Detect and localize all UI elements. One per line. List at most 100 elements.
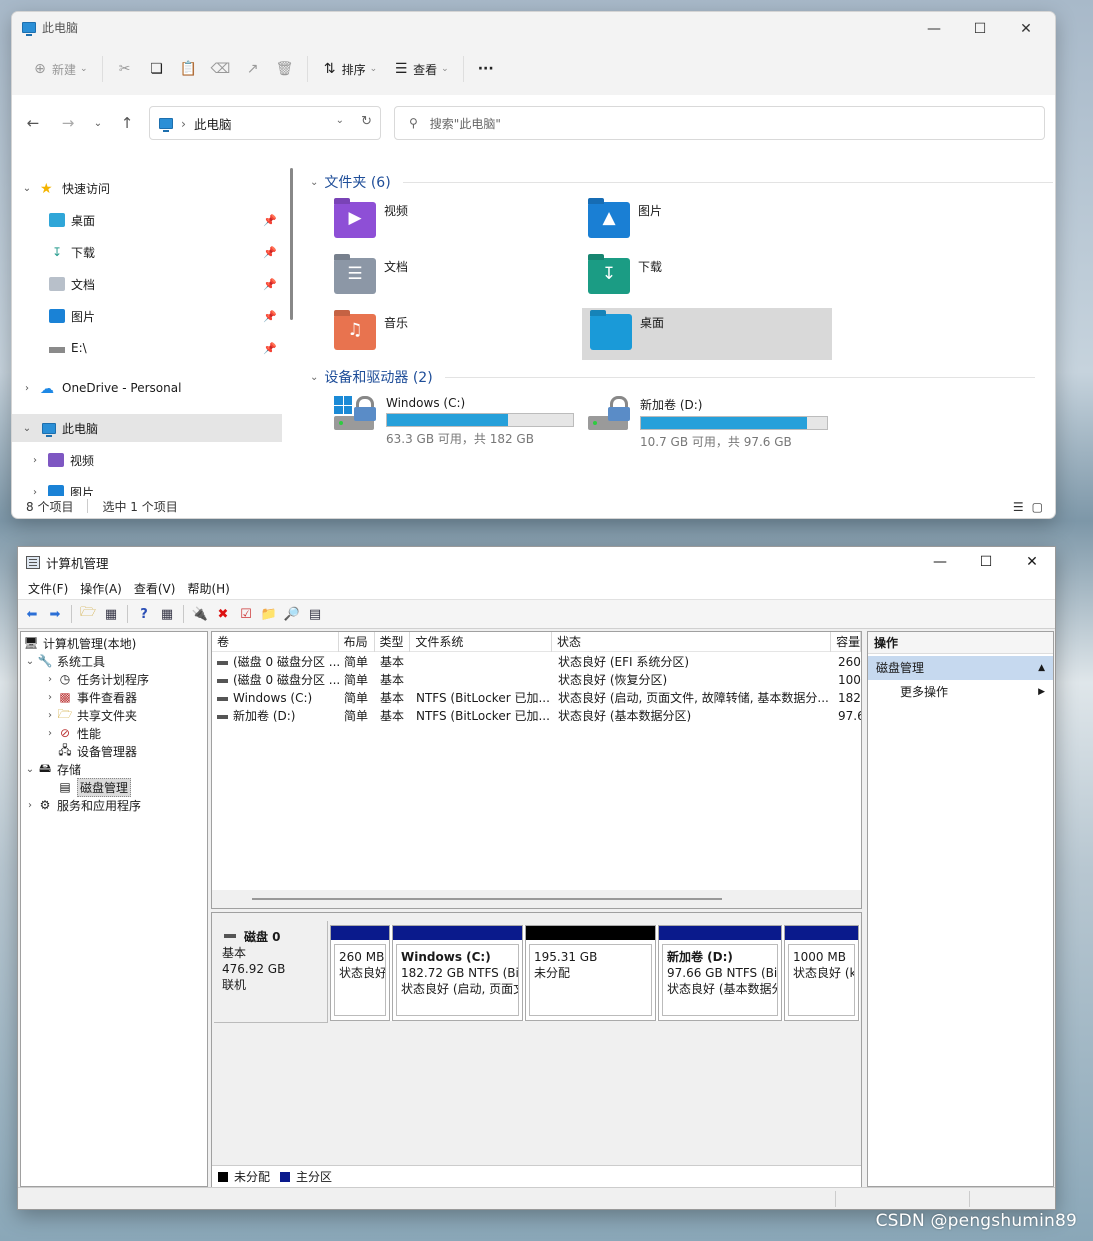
maximize-button[interactable]: ☐ <box>963 547 1009 577</box>
chevron-right-icon[interactable]: › <box>43 728 57 739</box>
delete-icon[interactable]: ✖ <box>213 604 233 624</box>
menu-view[interactable]: 查看(V) <box>128 580 182 597</box>
close-button[interactable]: ✕ <box>1003 18 1049 40</box>
rename-button[interactable]: ⌫ <box>205 56 237 82</box>
tree-disk-management[interactable]: ▤ 磁盘管理 <box>57 777 132 797</box>
back-arrow-icon[interactable]: ← <box>24 114 42 132</box>
collapse-up-icon[interactable]: ▲ <box>1038 656 1045 680</box>
address-bar[interactable]: › 此电脑 ⌄ ↻ <box>149 106 381 140</box>
minimize-button[interactable]: — <box>917 547 963 577</box>
drives-group-header[interactable]: ⌄ 设备和驱动器 (2) <box>310 367 1035 387</box>
table-row[interactable]: (磁盘 0 磁盘分区 ... 简单 基本 状态良好 (恢复分区) 100 <box>212 671 861 689</box>
details-view-icon[interactable]: ☰ <box>1013 500 1024 514</box>
column-header-layout[interactable]: 布局 <box>339 632 375 652</box>
tree-root[interactable]: 🖥 计算机管理(本地) <box>23 634 136 652</box>
chevron-right-icon[interactable]: › <box>43 692 57 703</box>
refresh-icon[interactable]: ↻ <box>361 114 372 129</box>
chevron-down-icon[interactable]: ⌄ <box>23 656 37 667</box>
folder-pictures[interactable]: ▲ 图片 <box>586 196 836 248</box>
partition-c[interactable]: Windows (C:) 182.72 GB NTFS (Bit 状态良好 (启… <box>392 925 523 1021</box>
nav-videos[interactable]: › 视频 <box>12 446 282 474</box>
address-dropdown-icon[interactable]: ⌄ <box>336 115 344 126</box>
partition-unallocated[interactable]: 195.31 GB 未分配 <box>525 925 656 1021</box>
chevron-right-icon[interactable]: › <box>43 674 57 685</box>
more-actions-item[interactable]: 更多操作 ▶ <box>868 680 1053 704</box>
folder-downloads[interactable]: ↧ 下载 <box>586 252 836 304</box>
nav-downloads[interactable]: ↧ 下载 📌 <box>12 238 282 266</box>
recent-locations-chevron-icon[interactable]: ⌄ <box>89 118 107 129</box>
help-icon[interactable]: ? <box>134 604 154 624</box>
menu-file[interactable]: 文件(F) <box>22 580 74 597</box>
column-header-volume[interactable]: 卷 <box>212 632 339 652</box>
chevron-right-icon[interactable]: › <box>43 710 57 721</box>
tree-event-viewer[interactable]: › ▩ 事件查看器 <box>43 688 137 706</box>
chevron-right-icon[interactable]: › <box>20 383 34 394</box>
folder-music[interactable]: ♫ 音乐 <box>332 308 582 360</box>
disk-label[interactable]: 磁盘 0 基本 476.92 GB 联机 <box>214 921 328 1023</box>
nav-desktop[interactable]: 桌面 📌 <box>12 206 282 234</box>
delete-button[interactable]: 🗑 <box>269 56 301 82</box>
partition-d[interactable]: 新加卷 (D:) 97.66 GB NTFS (Bit 状态良好 (基本数据分 <box>658 925 782 1021</box>
nav-scrollbar[interactable] <box>290 168 293 320</box>
pin-icon[interactable]: 📌 <box>263 278 277 291</box>
nav-quick-access[interactable]: ⌄ ★ 快速访问 <box>12 174 282 202</box>
menu-help[interactable]: 帮助(H) <box>181 580 235 597</box>
folders-group-header[interactable]: ⌄ 文件夹 (6) <box>310 172 1053 192</box>
settings-icon[interactable]: ▤ <box>305 604 325 624</box>
pin-icon[interactable]: 📌 <box>263 246 277 259</box>
chevron-down-icon[interactable]: ⌄ <box>20 423 34 434</box>
column-header-status[interactable]: 状态 <box>552 632 832 652</box>
maximize-button[interactable]: ☐ <box>957 18 1003 40</box>
table-row[interactable]: 新加卷 (D:) 简单 基本 NTFS (BitLocker 已加... 状态良… <box>212 707 861 725</box>
chevron-down-icon[interactable]: ⌄ <box>23 764 37 775</box>
chevron-right-icon[interactable]: › <box>28 455 42 466</box>
partition-recovery[interactable]: 1000 MB 状态良好 (k <box>784 925 859 1021</box>
chevron-down-icon[interactable]: ⌄ <box>20 183 34 194</box>
actions-section-disk-management[interactable]: 磁盘管理 ▲ <box>868 656 1053 680</box>
copy-button[interactable]: ❏ <box>141 56 173 82</box>
connect-icon[interactable]: 🔌 <box>190 604 210 624</box>
paste-button[interactable]: 📋 <box>173 56 205 82</box>
tree-storage[interactable]: ⌄ 🖴 存储 <box>23 760 81 778</box>
tree-shared-folders[interactable]: › 🗁 共享文件夹 <box>43 706 137 724</box>
folder-up-icon[interactable]: 📁 <box>259 604 279 624</box>
folder-videos[interactable]: ▶ 视频 <box>332 196 582 248</box>
search-folder-icon[interactable]: 🔎 <box>282 604 302 624</box>
up-folder-icon[interactable]: 🗁 <box>78 604 98 624</box>
column-header-filesystem[interactable]: 文件系统 <box>410 632 552 652</box>
breadcrumb[interactable]: 此电脑 <box>194 114 232 133</box>
properties-icon[interactable]: ▦ <box>157 604 177 624</box>
table-row[interactable]: (磁盘 0 磁盘分区 ... 简单 基本 状态良好 (EFI 系统分区) 260 <box>212 653 861 671</box>
nav-drive-e[interactable]: E:\ 📌 <box>12 334 282 362</box>
folder-desktop[interactable]: 桌面 <box>582 308 832 360</box>
column-header-type[interactable]: 类型 <box>375 632 411 652</box>
menu-action[interactable]: 操作(A) <box>74 580 128 597</box>
nav-documents[interactable]: 文档 📌 <box>12 270 282 298</box>
search-input[interactable]: ⚲ 搜索"此电脑" <box>394 106 1045 140</box>
pin-icon[interactable]: 📌 <box>263 214 277 227</box>
new-button[interactable]: ⊕ 新建 ⌄ <box>24 56 96 82</box>
more-options-button[interactable]: ··· <box>470 56 502 82</box>
pin-icon[interactable]: 📌 <box>263 342 277 355</box>
close-button[interactable]: ✕ <box>1009 547 1055 577</box>
chevron-right-icon[interactable]: › <box>23 800 37 811</box>
drive-c[interactable]: Windows (C:) 63.3 GB 可用，共 182 GB <box>334 396 584 456</box>
tree-task-scheduler[interactable]: › ◷ 任务计划程序 <box>43 670 149 688</box>
partition-efi[interactable]: 260 MB 状态良好 <box>330 925 390 1021</box>
tree-device-manager[interactable]: 🖧 设备管理器 <box>57 742 137 760</box>
nav-this-pc[interactable]: ⌄ 此电脑 <box>12 414 282 442</box>
cut-button[interactable]: ✂ <box>109 56 141 82</box>
column-header-capacity[interactable]: 容量 <box>831 632 861 652</box>
tree-system-tools[interactable]: ⌄ 🔧 系统工具 <box>23 652 105 670</box>
drive-d[interactable]: 新加卷 (D:) 10.7 GB 可用，共 97.6 GB <box>588 396 838 456</box>
back-arrow-icon[interactable]: ⬅ <box>22 604 42 624</box>
nav-pictures[interactable]: 图片 📌 <box>12 302 282 330</box>
table-row[interactable]: Windows (C:) 简单 基本 NTFS (BitLocker 已加...… <box>212 689 861 707</box>
sort-button[interactable]: ⇅ 排序 ⌄ <box>314 56 386 82</box>
show-hide-tree-icon[interactable]: ▦ <box>101 604 121 624</box>
check-icon[interactable]: ☑ <box>236 604 256 624</box>
tiles-view-icon[interactable]: ▢ <box>1032 500 1043 514</box>
tree-performance[interactable]: › ⊘ 性能 <box>43 724 101 742</box>
forward-arrow-icon[interactable]: ➡ <box>45 604 65 624</box>
nav-onedrive[interactable]: › ☁ OneDrive - Personal <box>12 374 282 402</box>
